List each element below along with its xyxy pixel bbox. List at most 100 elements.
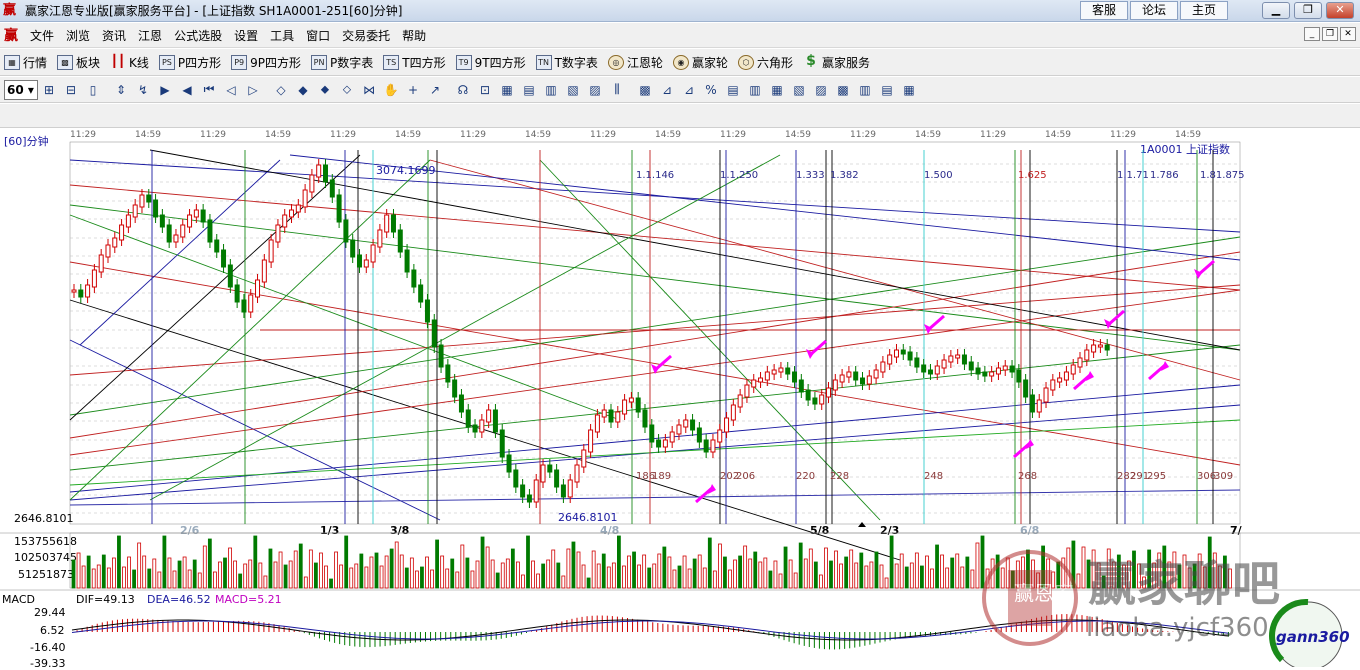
tool-icon-27[interactable]: ⊿	[657, 80, 677, 100]
nav-item-10[interactable]: ◉ 赢家轮	[669, 54, 734, 71]
tool-icon-21[interactable]: ▤	[519, 80, 539, 100]
nav-item-5[interactable]: PN P数字表	[307, 54, 379, 71]
tool-icon-13[interactable]: ⬦	[337, 80, 357, 100]
mdi-minimize-button[interactable]: _	[1304, 27, 1320, 41]
ps-icon: PS	[158, 54, 175, 70]
tool-icon-38[interactable]: ▦	[899, 80, 919, 100]
menu-help[interactable]: 帮助	[396, 27, 432, 44]
tool-icon-0[interactable]: ⊞	[39, 80, 59, 100]
nav-item-9[interactable]: ◎ 江恩轮	[604, 54, 669, 71]
kline-icon: ┃┃	[110, 53, 126, 68]
candle-body	[132, 204, 138, 218]
tool-icon-4[interactable]: ↯	[133, 80, 153, 100]
candle-body	[866, 375, 872, 385]
time-axis: 11:29 14:59 11:29 14:59 11:29 14:59 11:29 14:59…	[70, 130, 1201, 140]
menu-info[interactable]: 资讯	[96, 27, 132, 44]
volume-bar	[566, 548, 571, 589]
nav-item-8[interactable]: TN T数字表	[532, 54, 604, 71]
menu-formula-screen[interactable]: 公式选股	[168, 27, 228, 44]
tool-icon-7[interactable]: ⏮	[199, 80, 219, 100]
volume-bar	[162, 535, 167, 589]
menu-file[interactable]: 文件	[24, 27, 60, 44]
home-link[interactable]: 主页	[1180, 1, 1228, 20]
tool-icon-12[interactable]: ⬥	[315, 80, 335, 100]
forum-link[interactable]: 论坛	[1130, 1, 1178, 20]
tool-icon-15[interactable]: ✋	[381, 80, 401, 100]
menu-trade[interactable]: 交易委托	[336, 27, 396, 44]
nav-item-2[interactable]: ┃┃ K线	[106, 54, 155, 71]
volume-bar	[707, 537, 712, 589]
tool-icon-24[interactable]: ▨	[585, 80, 605, 100]
tool-icon-19[interactable]: ⊡	[475, 80, 495, 100]
nav-item-6[interactable]: TS T四方形	[379, 54, 451, 71]
menu-tools[interactable]: 工具	[264, 27, 300, 44]
tool-icon-5[interactable]: ▶	[155, 80, 175, 100]
tool-icon-18[interactable]: ☊	[453, 80, 473, 100]
volume-bar	[834, 550, 838, 589]
tool-icon-29[interactable]: %	[701, 80, 721, 100]
tool-icon-14[interactable]: ⋈	[359, 80, 379, 100]
tool-icon-33[interactable]: ▧	[789, 80, 809, 100]
candle-body	[608, 409, 614, 423]
tool-icon-28[interactable]: ⊿	[679, 80, 699, 100]
volume-bar	[839, 563, 843, 589]
volume-bar	[1081, 546, 1086, 589]
volume-bar	[101, 554, 106, 589]
tool-icon-9[interactable]: ▷	[243, 80, 263, 100]
tool-icon-31[interactable]: ▥	[745, 80, 765, 100]
candle-body	[431, 319, 437, 348]
nav-item-11[interactable]: ⬡ 六角形	[734, 54, 799, 71]
tool-icon-16[interactable]: +	[403, 80, 423, 100]
candle-body	[907, 351, 913, 361]
nav-item-0[interactable]: ▦ 行情	[0, 54, 53, 71]
maximize-button[interactable]: ❐	[1294, 2, 1322, 19]
tool-icon-36[interactable]: ▥	[855, 80, 875, 100]
volume-bar	[536, 573, 540, 589]
tool-icon-22[interactable]: ▥	[541, 80, 561, 100]
volume-bar	[339, 564, 344, 589]
tool-icon-35[interactable]: ▩	[833, 80, 853, 100]
tool-icon-37[interactable]: ▤	[877, 80, 897, 100]
tool-icon-32[interactable]: ▦	[767, 80, 787, 100]
tool-icon-30[interactable]: ▤	[723, 80, 743, 100]
period-select[interactable]: 60 ▾	[4, 79, 38, 100]
menu-browse[interactable]: 浏览	[60, 27, 96, 44]
candle-body	[187, 214, 193, 228]
candle-body	[499, 429, 505, 458]
customer-service-link[interactable]: 客服	[1080, 1, 1128, 20]
tool-icon-17[interactable]: ↗	[425, 80, 445, 100]
menu-gann[interactable]: 江恩	[132, 27, 168, 44]
candle-body	[662, 439, 668, 448]
tool-icon-6[interactable]: ◀	[177, 80, 197, 100]
nav-item-1[interactable]: ▩ 板块	[53, 54, 106, 71]
mdi-restore-button[interactable]: ❐	[1322, 27, 1338, 41]
mdi-close-button[interactable]: ✕	[1340, 27, 1356, 41]
tool-icon-25[interactable]: ⫼	[607, 80, 627, 100]
nav-item-12[interactable]: $ 赢家服务	[799, 54, 876, 71]
menu-window[interactable]: 窗口	[300, 27, 336, 44]
candle-body	[635, 397, 641, 413]
volume-bar	[662, 546, 667, 589]
tool-icon-26[interactable]: ▩	[635, 80, 655, 100]
menu-settings[interactable]: 设置	[228, 27, 264, 44]
tool-icon-8[interactable]: ◁	[221, 80, 241, 100]
volume-bar	[975, 542, 980, 589]
minimize-button[interactable]: ▁	[1262, 2, 1290, 19]
tool-icon-20[interactable]: ▦	[497, 80, 517, 100]
tool-icon-34[interactable]: ▨	[811, 80, 831, 100]
tool-icon-11[interactable]: ◆	[293, 80, 313, 100]
candle-body	[146, 194, 152, 203]
nav-item-label: 行情	[23, 55, 48, 70]
chart-area[interactable]: 11:29 14:59 11:29 14:59 11:29 14:59 11:29 14:59…	[0, 128, 1360, 670]
nav-item-3[interactable]: PS P四方形	[155, 54, 227, 71]
nav-item-4[interactable]: P9 9P四方形	[227, 54, 307, 71]
gann-chart[interactable]: 11:29 14:59 11:29 14:59 11:29 14:59 11:29 14:59…	[0, 128, 1360, 670]
nav-item-7[interactable]: T9 9T四方形	[452, 54, 532, 71]
tool-icon-10[interactable]: ◇	[271, 80, 291, 100]
tool-icon-23[interactable]: ▧	[563, 80, 583, 100]
tool-icon-2[interactable]: ▯	[83, 80, 103, 100]
tool-icon-1[interactable]: ⊟	[61, 80, 81, 100]
tool-icon-3[interactable]: ⇕	[111, 80, 131, 100]
close-button[interactable]: ✕	[1326, 2, 1354, 19]
volume-bar	[298, 543, 303, 589]
